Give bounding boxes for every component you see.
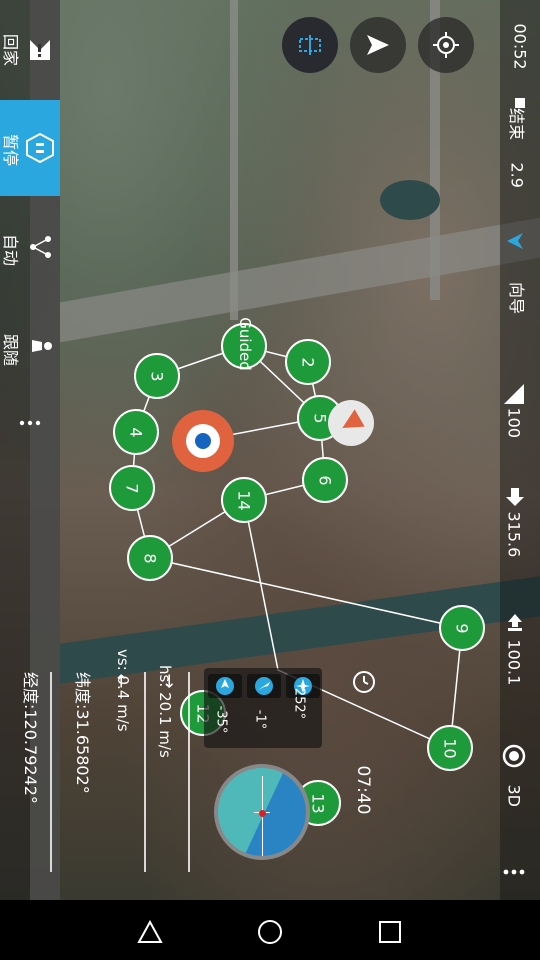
waypoint-8[interactable]: 8 [127, 535, 173, 581]
waypoint-7[interactable]: 7 [109, 465, 155, 511]
home-nav-button[interactable] [256, 918, 284, 946]
pause-button[interactable]: 暂停 [0, 100, 60, 196]
send-arrow-icon [365, 32, 391, 58]
navigation-icon [506, 232, 524, 250]
waypoint-2[interactable]: 2 [285, 339, 331, 385]
gps-target-icon [500, 742, 528, 770]
signal-icon [504, 384, 524, 404]
waypoint-6[interactable]: 6 [302, 457, 348, 503]
altitude-rel-icon [506, 614, 524, 632]
drone-position-marker[interactable] [172, 410, 234, 472]
hud-divider [50, 672, 52, 872]
vertical-speed: vs: 0.4 m/s [114, 649, 132, 732]
pitch-value: -1° [252, 709, 268, 730]
waypoint-3[interactable]: 3 [134, 353, 180, 399]
waypoint-9[interactable]: 9 [439, 605, 485, 651]
altitude-rel-value: 100.1 [504, 639, 524, 686]
end-label[interactable]: 结束 [506, 108, 530, 148]
crosshair-icon [433, 32, 459, 58]
drone-icon [186, 424, 220, 458]
home-circle-icon [258, 920, 282, 944]
altitude-sea-icon [504, 486, 524, 506]
heading-mode-label: 向导 [507, 282, 526, 315]
recents-button[interactable] [376, 918, 404, 946]
person-icon [28, 332, 56, 360]
back-button[interactable] [136, 918, 164, 946]
hud-divider [188, 672, 190, 872]
layers-button[interactable] [282, 17, 338, 73]
auto-mode-button[interactable]: 自动 [0, 200, 60, 296]
roll-icon [208, 674, 242, 698]
stop-icon [515, 98, 525, 108]
user-location-marker[interactable] [328, 400, 374, 446]
waypoint-14[interactable]: 14 [221, 477, 267, 523]
waypoint-10[interactable]: 10 [427, 725, 473, 771]
return-home-button[interactable]: 回家 [0, 0, 60, 96]
roll-value: -35° [213, 705, 229, 734]
altitude-sea-value: 315.6 [504, 511, 524, 558]
timer-icon [352, 670, 376, 694]
guided-label: Guided [236, 317, 254, 371]
follow-mode-button[interactable]: 跟随 [0, 300, 60, 396]
home-icon [26, 36, 54, 64]
horizontal-speed: hs: 20.1 m/s [156, 665, 174, 758]
flight-time: 07:40 [353, 765, 373, 815]
longitude-value: 经度:120.79242° [21, 672, 40, 804]
back-triangle-icon [137, 920, 163, 943]
pitch-icon [247, 674, 281, 698]
location-arrow-icon [337, 409, 365, 437]
recents-square-icon [379, 921, 401, 943]
locate-button[interactable] [418, 17, 474, 73]
more-options-icon[interactable] [18, 415, 42, 431]
latitude-value: 纬度:31.65802° [73, 672, 92, 794]
attitude-indicator [214, 764, 310, 860]
layers-icon [296, 33, 324, 57]
waypoint-4[interactable]: 4 [113, 409, 159, 455]
clock-text: 00:52 [510, 23, 530, 70]
yaw-value: 252° [291, 687, 307, 720]
view-mode-toggle[interactable]: 3D [505, 785, 524, 815]
more-menu-icon[interactable] [502, 862, 526, 875]
signal-strength: 100 [504, 407, 524, 439]
hud-divider [144, 672, 146, 872]
fly-direction-button[interactable] [350, 17, 406, 73]
route-icon [28, 234, 54, 260]
battery-voltage: 2.9 [507, 162, 527, 188]
pause-icon [24, 132, 56, 164]
